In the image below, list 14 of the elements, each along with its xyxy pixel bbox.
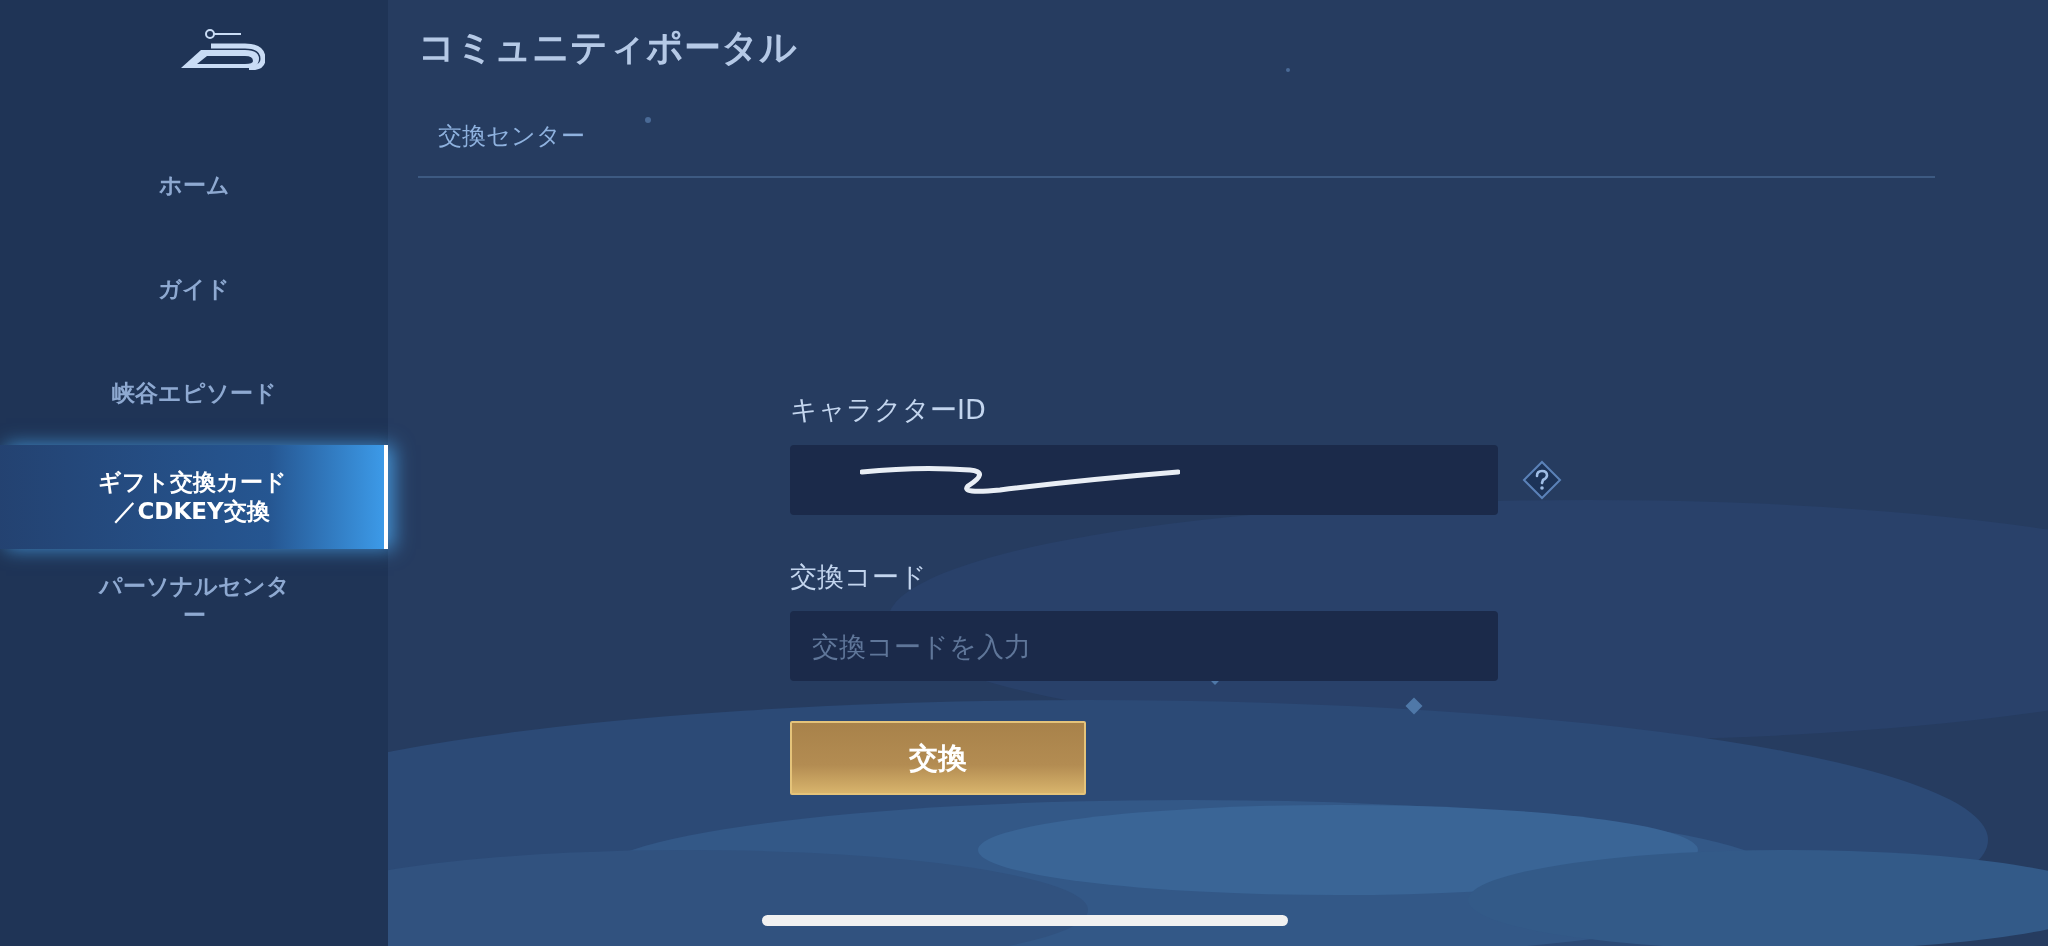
sidebar-item[interactable]: 峡谷エピソード [0,341,388,445]
sidebar-item[interactable]: ギフト交換カード／CDKEY交換 [0,445,388,549]
field-label: 交換コード [790,560,927,592]
sidebar-item[interactable]: パーソナルセンター [0,549,388,653]
back-icon[interactable] [179,28,265,70]
section-tab[interactable]: 交換センター [438,122,585,151]
input-field[interactable] [790,444,1498,515]
field-label: キャラクターID [790,394,986,426]
input-field[interactable]: 交換コードを入力 [790,611,1498,682]
sidebar-item[interactable]: ホーム [0,133,388,237]
help-icon[interactable] [1522,459,1562,500]
redeem-button[interactable]: 交換 [790,721,1086,796]
sidebar-item[interactable]: ガイド [0,237,388,341]
page-title: コミュニティポータル [418,26,798,71]
